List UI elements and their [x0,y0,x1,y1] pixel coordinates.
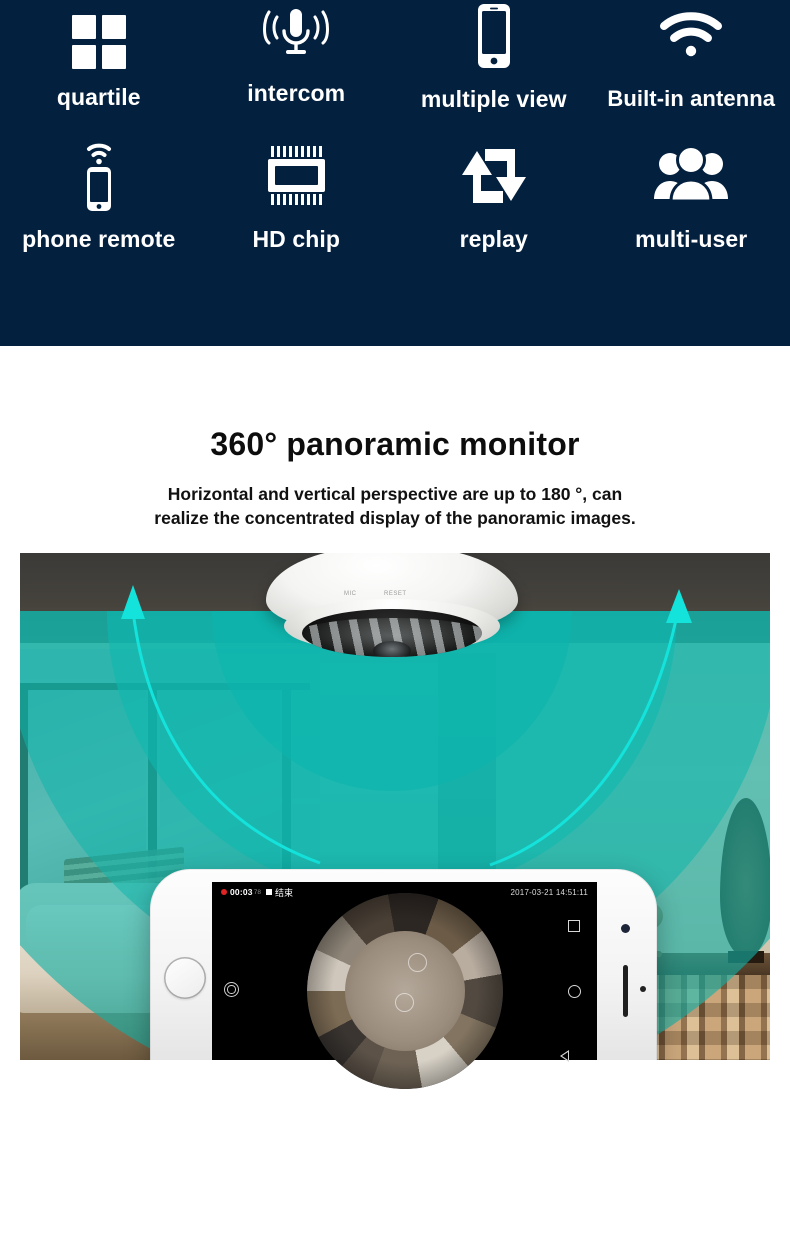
feature-label: replay [459,226,528,252]
users-group-icon [652,140,730,212]
feature-label: multiple view [420,86,567,112]
triangle-back-icon[interactable] [560,1050,579,1062]
feature-hd-chip[interactable]: HD chip [198,138,396,268]
camera-mic-label: MIC [344,591,357,597]
record-dot-icon [221,889,227,895]
feature-multi-user[interactable]: multi-user [593,138,790,268]
feature-replay[interactable]: replay [395,138,593,268]
quartile-grid-icon [70,6,128,78]
replay-arrows-icon [457,140,531,212]
feature-phone-remote[interactable]: phone remote [0,138,198,268]
feature-label: Built-in antenna [607,86,776,111]
feature-row-2: phone remote HD chip replay multi-user [0,138,790,268]
subtitle-line-1: Horizontal and vertical perspective are … [167,484,623,504]
fisheye-vignette [306,893,503,1089]
feature-label: phone remote [22,226,176,252]
earpiece-speaker-icon [623,965,628,1017]
android-nav-bar [560,920,585,1062]
chip-icon [259,140,333,212]
feature-multiple-view[interactable]: multiple view [395,0,593,120]
heading-section: 360° panoramic monitor Horizontal and ve… [0,346,790,553]
feature-label: HD chip [252,226,341,252]
feature-row-1: quartile intercom multiple view Built-in… [0,0,790,120]
stop-square-icon[interactable] [265,889,272,895]
proximity-sensor-icon [640,986,646,992]
feature-built-in-antenna[interactable]: Built-in antenna [593,0,790,120]
smartphone-icon [474,0,514,72]
feature-intercom[interactable]: intercom [198,0,396,120]
ptz-marker[interactable] [394,993,414,1012]
page-title: 360° panoramic monitor [210,426,580,462]
feature-label: quartile [56,84,141,110]
front-camera-icon [621,924,630,933]
camera-pupil [373,640,411,657]
phone-signal-icon [76,140,122,212]
feature-label: intercom [247,80,346,106]
camera-reset-label: RESET [384,591,407,597]
app-status-bar: 00:03 78 结束 2017-03-21 14:51:11 [212,882,597,902]
capture-icon[interactable] [224,982,239,997]
wifi-icon [660,0,723,72]
subtitle-line-2: realize the concentrated display of the … [154,507,636,528]
home-button[interactable] [164,957,206,999]
feature-quartile[interactable]: quartile [0,0,198,120]
microphone-icon [261,0,331,72]
circle-home-icon[interactable] [567,984,581,998]
feature-label: multi-user [635,226,748,252]
sculpture-base [728,951,764,963]
dome-camera: MIC RESET [266,553,518,665]
page-subtitle: Horizontal and vertical perspective are … [0,463,790,530]
ptz-marker[interactable] [407,953,427,972]
record-timer: 00:03 [230,887,253,897]
timestamp: 2017-03-21 14:51:11 [510,887,588,897]
square-recents-icon[interactable] [568,920,580,932]
camera-fisheye-lens [302,609,482,657]
fisheye-video-view[interactable] [306,893,503,1089]
feature-banner: quartile intercom multiple view Built-in… [0,0,790,346]
stop-label[interactable]: 结束 [275,886,293,899]
record-timer-ms: 78 [253,888,261,896]
